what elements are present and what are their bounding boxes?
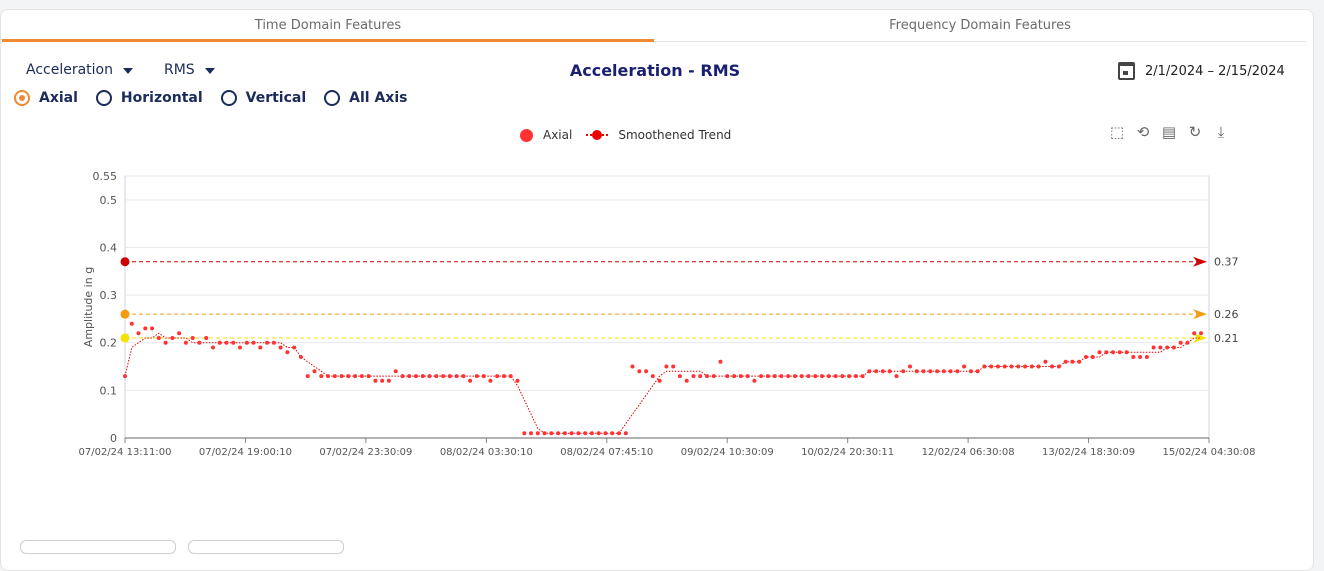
zoom-reset-icon[interactable]: ⟲ xyxy=(1134,123,1152,141)
date-range-label: 2/1/2024 – 2/15/2024 xyxy=(1145,63,1285,79)
stat-dropdown-label: RMS xyxy=(164,62,195,78)
measure-dropdown[interactable]: Acceleration xyxy=(26,62,133,78)
data-view-icon[interactable]: ▤ xyxy=(1160,123,1178,141)
date-range-picker[interactable]: 2/1/2024 – 2/15/2024 xyxy=(1118,62,1285,80)
chart-toolbox: ⬚ ⟲ ▤ ↻ ⤓ xyxy=(1108,123,1230,141)
download-icon[interactable]: ⤓ xyxy=(1212,123,1230,141)
restore-icon[interactable]: ↻ xyxy=(1186,123,1204,141)
radio-label: All Axis xyxy=(349,90,408,106)
radio-label: Axial xyxy=(39,90,78,106)
radio-label: Vertical xyxy=(245,90,307,106)
radio-vertical[interactable]: Vertical xyxy=(220,90,307,106)
legend-label: Smoothened Trend xyxy=(618,128,732,142)
bottom-buttons xyxy=(20,540,344,554)
chart-legend: Axial Smoothened Trend xyxy=(520,128,731,142)
legend-label: Axial xyxy=(543,128,573,142)
zoom-icon[interactable]: ⬚ xyxy=(1108,123,1126,141)
legend-dot-icon xyxy=(520,128,533,142)
chevron-down-icon xyxy=(123,68,133,74)
radio-indicator xyxy=(95,90,112,106)
tab-frequency-domain[interactable]: Frequency Domain Features xyxy=(654,9,1306,42)
legend-item-axial[interactable]: Axial xyxy=(520,128,572,142)
tab-time-domain[interactable]: Time Domain Features xyxy=(2,9,654,42)
bottom-button[interactable] xyxy=(188,540,344,554)
measure-dropdown-label: Acceleration xyxy=(26,62,113,78)
chart-title: Acceleration - RMS xyxy=(569,61,741,80)
radio-label: Horizontal xyxy=(120,90,203,106)
axis-radio-group: Axial Horizontal Vertical All Axis xyxy=(14,90,407,106)
radio-all-axis[interactable]: All Axis xyxy=(324,90,407,106)
legend-item-trend[interactable]: Smoothened Trend xyxy=(586,128,731,142)
radio-horizontal[interactable]: Horizontal xyxy=(95,90,203,106)
bottom-button[interactable] xyxy=(20,540,176,554)
radio-indicator xyxy=(324,90,341,106)
radio-indicator xyxy=(14,90,30,106)
radio-axial[interactable]: Axial xyxy=(14,90,78,106)
stat-dropdown[interactable]: RMS xyxy=(164,62,215,78)
calendar-icon xyxy=(1118,62,1135,80)
chevron-down-icon xyxy=(204,68,215,74)
legend-trend-icon xyxy=(586,130,609,140)
radio-indicator xyxy=(220,90,237,106)
